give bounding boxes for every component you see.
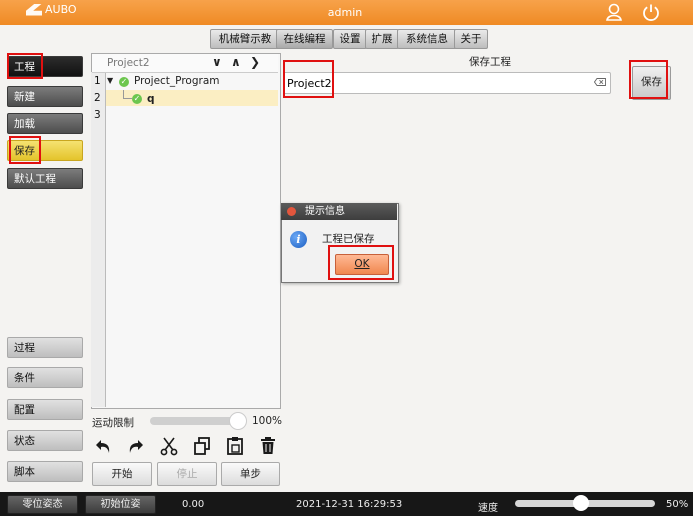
copy-icon[interactable]	[193, 436, 211, 456]
highlight-box-save-button	[629, 60, 668, 99]
step-button[interactable]: 单步	[221, 462, 280, 486]
tree-project-name: Project2	[107, 57, 150, 69]
speed-label: 速度	[478, 503, 498, 514]
program-tree-panel[interactable]	[91, 53, 281, 409]
redo-icon[interactable]	[126, 436, 144, 456]
motion-limit-label: 运动限制	[92, 417, 134, 429]
line-number: 1	[94, 75, 101, 87]
sidebar-item-new[interactable]: 新建	[7, 86, 83, 107]
tab-about[interactable]: 关于	[454, 29, 488, 49]
dialog-title: 提示信息	[305, 206, 345, 217]
tab-system-info[interactable]: 系统信息	[397, 29, 457, 49]
highlight-box-save	[9, 136, 41, 164]
dialog-title-bar: 提示信息	[281, 203, 397, 220]
speed-value: 50%	[666, 499, 689, 510]
tab-teach[interactable]: 机械臂示教	[210, 29, 280, 49]
paste-icon[interactable]	[226, 436, 244, 456]
status-datetime: 2021-12-31 16:29:53	[296, 499, 403, 510]
motion-limit-value: 100%	[252, 415, 283, 427]
check-icon: ✓	[132, 94, 142, 104]
info-icon: i	[290, 231, 307, 248]
expand-triangle-icon[interactable]: ▼	[107, 76, 113, 85]
sidebar-item-config[interactable]: 配置	[7, 399, 83, 420]
highlight-box-input	[283, 60, 334, 98]
save-project-title: 保存工程	[469, 56, 511, 68]
highlight-box-ok	[328, 245, 394, 280]
sidebar-item-default-project[interactable]: 默认工程	[7, 168, 83, 189]
chevron-down-icon[interactable]: ∨	[212, 55, 222, 69]
cut-icon[interactable]	[160, 436, 178, 456]
chevron-right-icon[interactable]: ❯	[250, 55, 260, 69]
initial-pose-button[interactable]: 初始位姿	[85, 495, 156, 514]
user-icon[interactable]	[604, 2, 624, 22]
sidebar-item-script[interactable]: 脚本	[7, 461, 83, 482]
status-value: 0.00	[182, 499, 205, 510]
motion-limit-slider-handle[interactable]	[229, 412, 247, 430]
tab-extension[interactable]: 扩展	[365, 29, 399, 49]
chevron-up-icon[interactable]: ∧	[231, 55, 241, 69]
sidebar-item-condition[interactable]: 条件	[7, 367, 83, 388]
sidebar-item-status[interactable]: 状态	[7, 430, 83, 451]
trash-icon[interactable]	[259, 436, 277, 456]
motion-limit-slider[interactable]	[150, 417, 240, 425]
tree-connector	[123, 90, 132, 99]
line-number: 3	[94, 109, 101, 121]
tab-settings[interactable]: 设置	[333, 29, 367, 49]
logo-text: AUBO	[45, 3, 77, 16]
power-icon[interactable]	[641, 2, 661, 22]
sidebar-item-load[interactable]: 加载	[7, 113, 83, 134]
line-number-gutter	[91, 72, 106, 407]
check-icon: ✓	[119, 77, 129, 87]
clear-text-icon[interactable]	[594, 78, 606, 86]
start-button[interactable]: 开始	[92, 462, 152, 486]
current-user: admin	[327, 6, 363, 19]
speed-slider-handle[interactable]	[573, 495, 589, 511]
stop-button[interactable]: 停止	[157, 462, 217, 486]
tree-node-label: Project_Program	[134, 75, 220, 87]
undo-icon[interactable]	[95, 436, 113, 456]
sidebar-item-process[interactable]: 过程	[7, 337, 83, 358]
aubo-logo-icon	[26, 3, 42, 16]
close-icon[interactable]	[287, 207, 296, 216]
tab-online-programming[interactable]: 在线编程	[276, 29, 333, 49]
tree-node-label: q	[147, 93, 155, 105]
dialog-message: 工程已保存	[322, 233, 375, 245]
line-number: 2	[94, 92, 101, 104]
app-logo: AUBO	[26, 3, 77, 16]
highlight-box-project	[7, 53, 43, 79]
zero-pose-button[interactable]: 零位姿态	[7, 495, 78, 514]
